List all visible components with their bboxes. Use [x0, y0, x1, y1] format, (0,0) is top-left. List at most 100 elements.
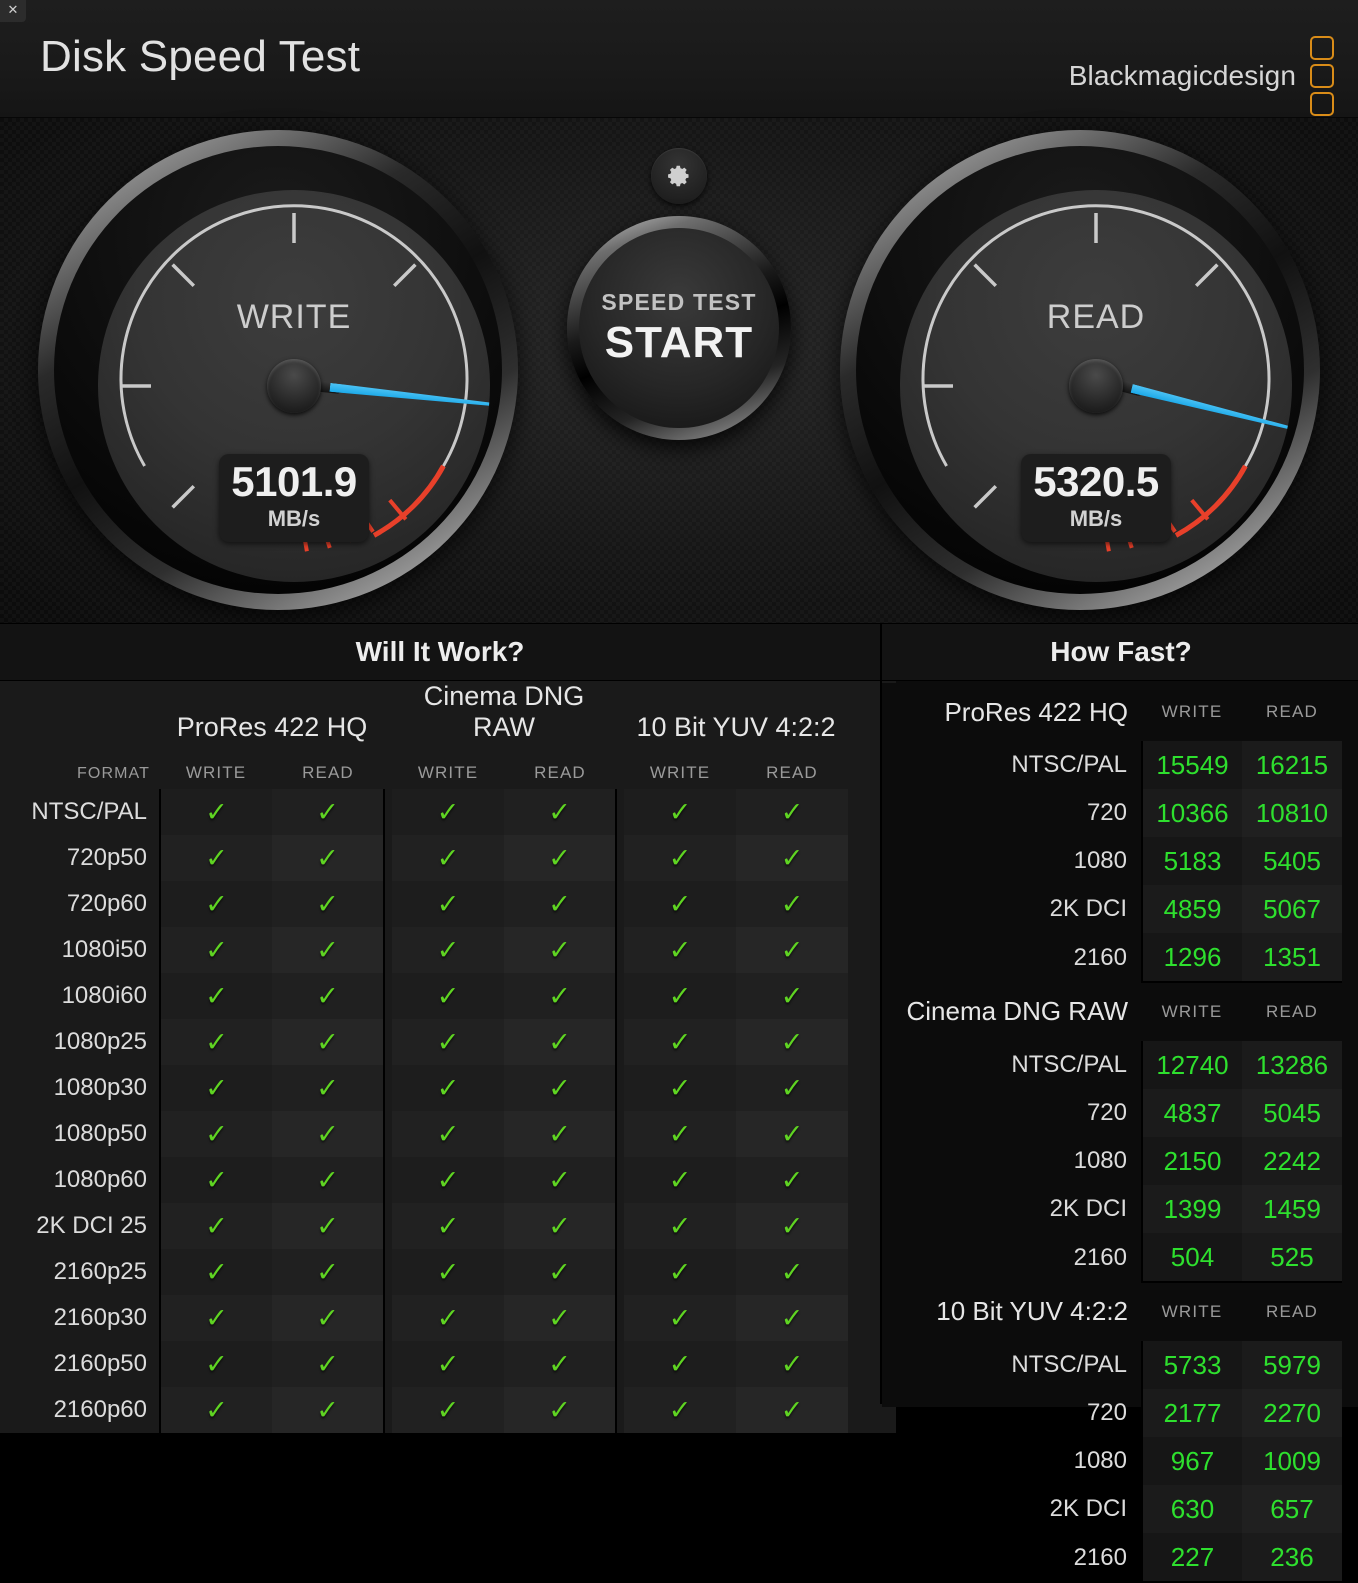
support-cell: ✓	[160, 1019, 272, 1065]
checkmark-icon: ✓	[205, 1210, 228, 1242]
checkmark-icon: ✓	[548, 1026, 571, 1058]
support-cell: ✓	[736, 835, 848, 881]
format-label: 2160p25	[0, 1249, 161, 1295]
support-cell: ✓	[504, 973, 616, 1019]
sub-header-row: FORMAT WRITE READ WRITE READ WRITE READ	[0, 743, 896, 789]
checkmark-icon: ✓	[668, 796, 692, 828]
checkmark-icon: ✓	[436, 888, 460, 920]
table-row: 1080p60 ✓ ✓ ✓ ✓ ✓ ✓	[0, 1157, 896, 1203]
read-speed-value: 1009	[1242, 1437, 1342, 1485]
support-cell: ✓	[272, 881, 384, 927]
support-cell: ✓	[392, 789, 504, 835]
support-cell: ✓	[160, 1203, 272, 1249]
column-separator	[615, 881, 624, 927]
table-row: NTSC/PAL 15549 16215	[900, 741, 1342, 789]
write-gauge-label: WRITE	[236, 298, 352, 336]
checkmark-icon: ✓	[780, 1210, 804, 1242]
column-separator	[383, 789, 392, 835]
checkmark-icon: ✓	[548, 1118, 571, 1150]
table-row: 2160p60 ✓ ✓ ✓ ✓ ✓ ✓	[0, 1387, 896, 1433]
checkmark-icon: ✓	[205, 1118, 228, 1150]
support-cell: ✓	[272, 1019, 384, 1065]
speed-test-start-button[interactable]: SPEED TEST START	[567, 216, 791, 440]
format-column-header: FORMAT	[0, 743, 160, 789]
checkmark-icon: ✓	[316, 1394, 339, 1426]
support-cell: ✓	[504, 789, 616, 835]
support-cell: ✓	[272, 1341, 384, 1387]
column-separator	[615, 1065, 624, 1111]
support-cell: ✓	[624, 1065, 736, 1111]
table-row: 2K DCI 1399 1459	[900, 1185, 1342, 1233]
support-cell: ✓	[504, 1157, 616, 1203]
write-speed-value: 5183	[1142, 837, 1242, 885]
checkmark-icon: ✓	[668, 1256, 692, 1288]
write-value-box: 5101.9 MB/s	[219, 453, 369, 542]
table-row: 720p50 ✓ ✓ ✓ ✓ ✓ ✓	[0, 835, 896, 881]
column-separator	[615, 1111, 624, 1157]
write-speed-value: 12740	[1142, 1041, 1242, 1089]
support-cell: ✓	[624, 1111, 736, 1157]
read-speed-value: 525	[1242, 1233, 1342, 1283]
subheader-yuv-write: WRITE	[624, 743, 736, 789]
read-gauge-hub	[1069, 359, 1123, 413]
table-row: 2K DCI 630 657	[900, 1485, 1342, 1533]
format-label: 2160p30	[0, 1295, 161, 1341]
checkmark-icon: ✓	[780, 1164, 804, 1196]
checkmark-icon: ✓	[205, 934, 228, 966]
support-cell: ✓	[736, 881, 848, 927]
write-speed-value: 4837	[1142, 1089, 1242, 1137]
support-cell: ✓	[272, 835, 384, 881]
support-cell: ✓	[160, 927, 272, 973]
checkmark-icon: ✓	[205, 1256, 228, 1288]
format-label: 1080i50	[0, 927, 161, 973]
checkmark-icon: ✓	[316, 796, 339, 828]
support-cell: ✓	[160, 1157, 272, 1203]
start-button-label: START	[604, 317, 754, 367]
table-row: 1080p30 ✓ ✓ ✓ ✓ ✓ ✓	[0, 1065, 896, 1111]
write-unit: MB/s	[267, 506, 321, 531]
read-speed-value: 13286	[1242, 1041, 1342, 1089]
support-cell: ✓	[624, 881, 736, 927]
support-cell: ✓	[392, 1295, 504, 1341]
support-cell: ✓	[624, 1387, 736, 1433]
checkmark-icon: ✓	[548, 934, 571, 966]
column-separator	[615, 1295, 624, 1341]
read-speed-value: 236	[1242, 1533, 1342, 1583]
page-title: Disk Speed Test	[40, 32, 361, 81]
checkmark-icon: ✓	[436, 796, 460, 828]
resolution-label: 1080	[900, 1437, 1143, 1485]
app-header: Disk Speed Test Blackmagicdesign	[0, 0, 1358, 118]
support-cell: ✓	[736, 1203, 848, 1249]
close-button[interactable]: ✕	[0, 0, 26, 22]
read-speed-value: 5067	[1242, 885, 1342, 933]
read-speed-value: 1351	[1242, 933, 1342, 983]
support-cell: ✓	[624, 927, 736, 973]
table-row: 720 4837 5045	[900, 1089, 1342, 1137]
support-cell: ✓	[624, 1249, 736, 1295]
checkmark-icon: ✓	[668, 1026, 692, 1058]
resolution-label: 720	[900, 789, 1143, 837]
support-cell: ✓	[272, 973, 384, 1019]
checkmark-icon: ✓	[436, 842, 460, 874]
resolution-label: 2160	[900, 1233, 1143, 1282]
will-it-work-panel: Will It Work? ProRes 422 HQ Cinema DNG R…	[0, 624, 896, 1433]
table-row: 2160 1296 1351	[900, 933, 1342, 983]
support-cell: ✓	[160, 881, 272, 927]
support-cell: ✓	[736, 927, 848, 973]
disk-speed-test-window: ✕ Disk Speed Test Blackmagicdesign WRITE…	[0, 0, 1358, 1583]
group-header-spacer	[0, 681, 160, 743]
support-cell: ✓	[392, 1111, 504, 1157]
checkmark-icon: ✓	[548, 1394, 571, 1426]
column-separator	[383, 881, 392, 927]
support-cell: ✓	[272, 1065, 384, 1111]
settings-button[interactable]	[651, 148, 707, 204]
how-fast-subheader: READ	[1265, 702, 1319, 721]
column-separator	[615, 1157, 624, 1203]
resolution-label: 2160	[900, 1533, 1143, 1582]
support-cell: ✓	[736, 1341, 848, 1387]
table-row: 720 10366 10810	[900, 789, 1342, 837]
write-speed-value: 2177	[1142, 1389, 1242, 1437]
checkmark-icon: ✓	[780, 980, 804, 1012]
read-gauge-face: READ 5320.5 MB/s	[900, 190, 1292, 582]
subheader-yuv-read: READ	[736, 743, 848, 789]
